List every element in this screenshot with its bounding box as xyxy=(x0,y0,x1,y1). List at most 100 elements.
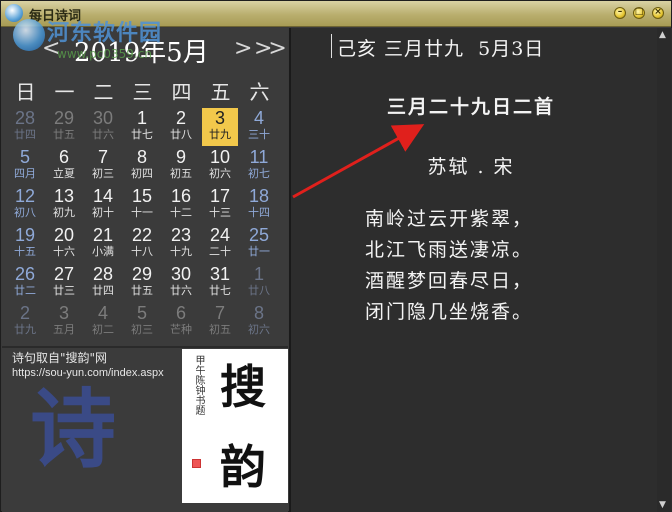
lunar-date: 初四 xyxy=(131,167,153,180)
lunar-date: 四月 xyxy=(14,167,36,180)
day-number: 21 xyxy=(92,225,114,245)
day-number: 18 xyxy=(248,186,270,206)
day-number: 3 xyxy=(214,108,225,128)
calligraphy-signature: 甲午陈钟书题 xyxy=(193,355,204,415)
lunar-date: 十五 xyxy=(14,245,36,258)
day-number: 14 xyxy=(92,186,114,206)
calendar-day-today[interactable]: 3 廿九 xyxy=(202,108,238,146)
lunar-date: 十六 xyxy=(53,245,75,258)
calendar-day[interactable]: 26 廿二 xyxy=(7,264,43,302)
lunar-date: 廿九 xyxy=(209,128,231,141)
day-number: 8 xyxy=(253,303,264,323)
day-number: 17 xyxy=(209,186,231,206)
calendar-day[interactable]: 31 廿七 xyxy=(202,264,238,302)
day-number: 15 xyxy=(131,186,153,206)
calendar-day[interactable]: 11 初七 xyxy=(241,147,277,185)
calendar-day[interactable]: 16 十二 xyxy=(163,186,199,224)
calendar-day[interactable]: 5 四月 xyxy=(7,147,43,185)
day-number: 10 xyxy=(209,147,231,167)
calendar-day[interactable]: 2 廿八 xyxy=(163,108,199,146)
calendar-day[interactable]: 13 初九 xyxy=(46,186,82,224)
calendar-day[interactable]: 4 初二 xyxy=(85,303,121,341)
day-number: 1 xyxy=(136,108,147,128)
calendar-day[interactable]: 3 五月 xyxy=(46,303,82,341)
calendar-day[interactable]: 4 三十 xyxy=(241,108,277,146)
calendar-day[interactable]: 21 小满 xyxy=(85,225,121,263)
watermark-text: 河东软件园 xyxy=(47,21,163,46)
day-number: 13 xyxy=(53,186,75,206)
calendar-day[interactable]: 23 十九 xyxy=(163,225,199,263)
watermark-url: www.pc0359.cn xyxy=(57,47,152,61)
calendar-day[interactable]: 28 廿四 xyxy=(85,264,121,302)
calendar-day[interactable]: 19 十五 xyxy=(7,225,43,263)
day-number: 20 xyxy=(53,225,75,245)
lunar-date: 小满 xyxy=(92,245,114,258)
calendar-day[interactable]: 28 廿四 xyxy=(7,108,43,146)
maximize-button[interactable]: □ xyxy=(633,7,645,19)
calendar-day[interactable]: 12 初八 xyxy=(7,186,43,224)
close-icon: × xyxy=(654,7,662,17)
lunar-date: 初五 xyxy=(170,167,192,180)
calendar-day[interactable]: 9 初五 xyxy=(163,147,199,185)
calendar-day[interactable]: 8 初六 xyxy=(241,303,277,341)
calendar-day[interactable]: 1 廿八 xyxy=(241,264,277,302)
day-number: 30 xyxy=(170,264,192,284)
day-number: 29 xyxy=(53,108,75,128)
calendar-day[interactable]: 25 廿一 xyxy=(241,225,277,263)
day-number: 8 xyxy=(136,147,147,167)
day-number: 31 xyxy=(209,264,231,284)
weekday-label: 日 xyxy=(15,80,36,104)
calendar-day[interactable]: 6 芒种 xyxy=(163,303,199,341)
next-month-button[interactable]: > xyxy=(234,36,252,61)
calendar-day[interactable]: 14 初十 xyxy=(85,186,121,224)
lunar-date: 初十 xyxy=(92,206,114,219)
day-number: 4 xyxy=(97,303,108,323)
next-year-button[interactable]: >> xyxy=(254,36,287,61)
calendar-day[interactable]: 29 廿五 xyxy=(124,264,160,302)
poem-scrollbar[interactable]: ▲ ▼ xyxy=(657,28,671,512)
calendar-day[interactable]: 10 初六 xyxy=(202,147,238,185)
calendar-day[interactable]: 22 十八 xyxy=(124,225,160,263)
lunar-date: 廿五 xyxy=(131,284,153,297)
calendar-day[interactable]: 15 十一 xyxy=(124,186,160,224)
souyun-calligraphy-image: 甲午陈钟书题 搜 韵 xyxy=(182,349,288,503)
calendar-day[interactable]: 27 廿三 xyxy=(46,264,82,302)
lunar-date: 初三 xyxy=(92,167,114,180)
calendar-day[interactable]: 30 廿六 xyxy=(163,264,199,302)
scroll-up-icon[interactable]: ▲ xyxy=(659,30,666,40)
day-number: 2 xyxy=(19,303,30,323)
lunar-date: 芒种 xyxy=(170,323,192,336)
lunar-date: 立夏 xyxy=(53,167,75,180)
lunar-date: 十四 xyxy=(248,206,270,219)
calendar-day[interactable]: 17 十三 xyxy=(202,186,238,224)
day-number: 23 xyxy=(170,225,192,245)
calendar-day[interactable]: 29 廿五 xyxy=(46,108,82,146)
lunar-date: 廿七 xyxy=(209,284,231,297)
lunar-date: 廿四 xyxy=(92,284,114,297)
calendar-day[interactable]: 24 二十 xyxy=(202,225,238,263)
calendar-day[interactable]: 30 廿六 xyxy=(85,108,121,146)
lunar-date: 初六 xyxy=(209,167,231,180)
day-number: 2 xyxy=(175,108,186,128)
calendar-day[interactable]: 7 初五 xyxy=(202,303,238,341)
lunar-date: 廿六 xyxy=(170,284,192,297)
calendar-day[interactable]: 1 廿七 xyxy=(124,108,160,146)
lunar-date: 初二 xyxy=(92,323,114,336)
calendar-day[interactable]: 6 立夏 xyxy=(46,147,82,185)
day-number: 30 xyxy=(92,108,114,128)
scroll-down-icon[interactable]: ▼ xyxy=(659,500,666,510)
calendar-day[interactable]: 7 初三 xyxy=(85,147,121,185)
poem-author: 苏轼 . 宋 xyxy=(427,156,515,178)
calendar-day[interactable]: 8 初四 xyxy=(124,147,160,185)
poem-panel[interactable]: 己亥 三月廿九 5月3日 三月二十九日二首 苏轼 . 宋 南岭过云开紫翠， 北江… xyxy=(289,28,672,512)
lunar-date: 十二 xyxy=(170,206,192,219)
calendar-day[interactable]: 5 初三 xyxy=(124,303,160,341)
calendar-day[interactable]: 2 廿九 xyxy=(7,303,43,341)
poem-date-line: 己亥 三月廿九 5月3日 xyxy=(337,38,545,60)
calendar-day[interactable]: 18 十四 xyxy=(241,186,277,224)
close-button[interactable]: × xyxy=(652,7,664,19)
calendar-day[interactable]: 20 十六 xyxy=(46,225,82,263)
minimize-button[interactable]: – xyxy=(614,7,626,19)
lunar-date: 五月 xyxy=(53,323,75,336)
lunar-date: 廿六 xyxy=(92,128,114,141)
